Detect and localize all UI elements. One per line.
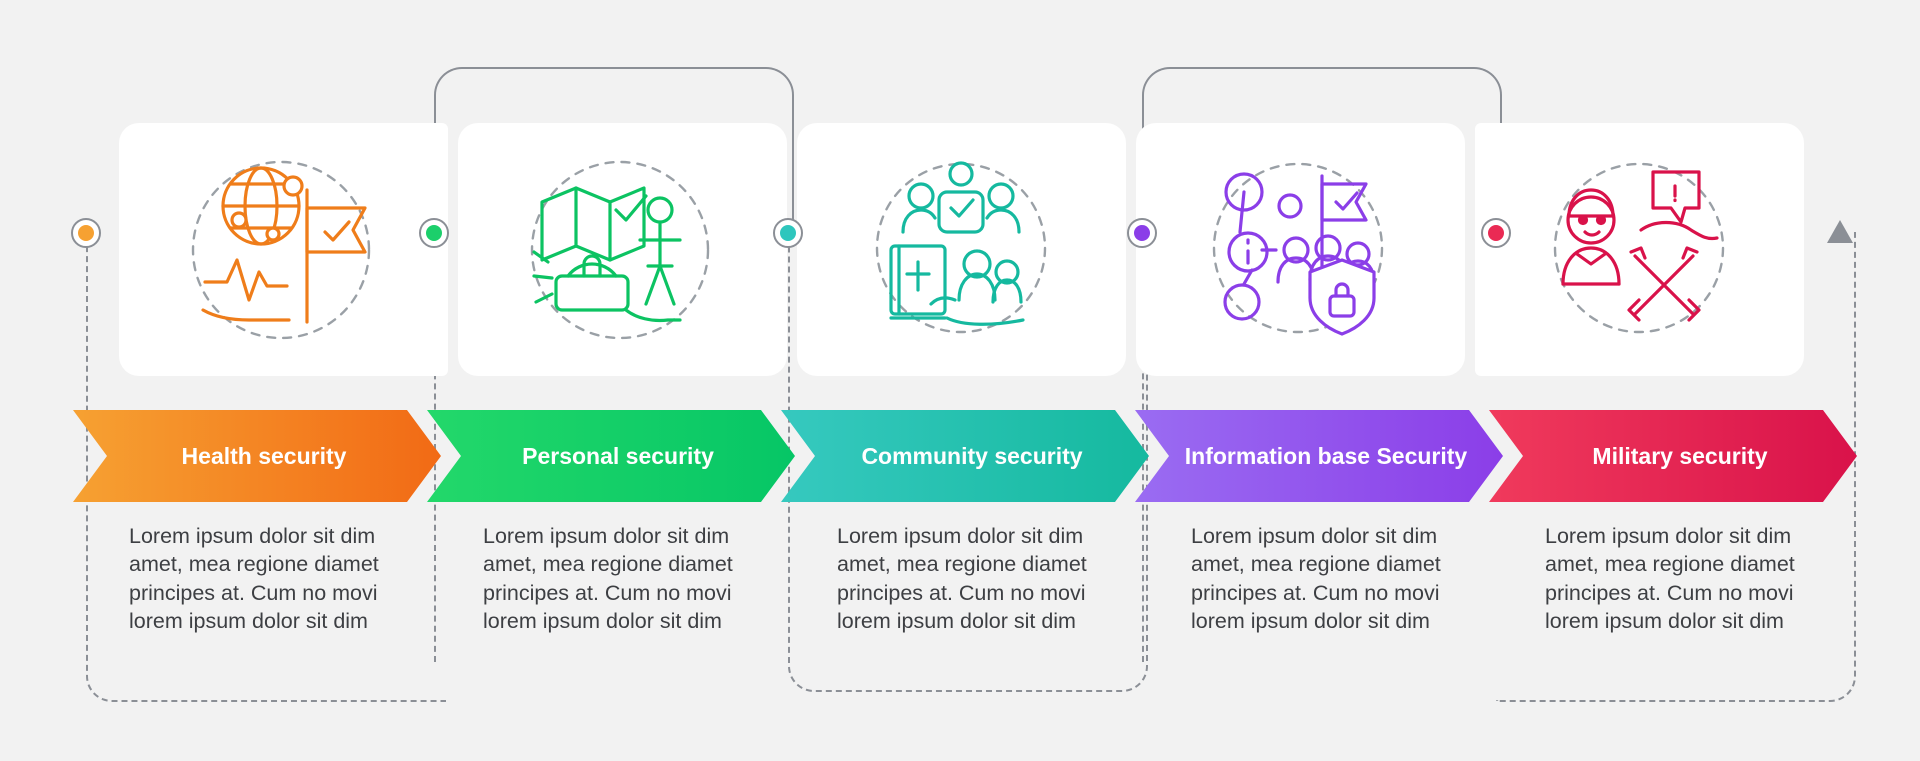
- step-label-military[interactable]: Military security: [1489, 410, 1857, 502]
- step-body-personal: Lorem ipsum dolor sit dim amet, mea regi…: [483, 524, 733, 634]
- timeline-end-arrow-icon: [1827, 220, 1853, 243]
- timeline-node-2[interactable]: [419, 218, 449, 248]
- icon-card-community: [797, 123, 1126, 376]
- timeline-node-5[interactable]: [1481, 218, 1511, 248]
- timeline-node-4[interactable]: [1127, 218, 1157, 248]
- information-network-shield-lock-icon: [1212, 162, 1383, 336]
- icon-card-information: [1136, 123, 1465, 376]
- community-book-people-icon: [875, 160, 1046, 333]
- icon-card-personal: [458, 123, 787, 376]
- infographic-canvas: Health security Personal security Commun…: [0, 0, 1920, 761]
- icon-card-military: [1475, 123, 1804, 376]
- step-label-health[interactable]: Health security: [73, 410, 441, 502]
- timeline-node-1[interactable]: [71, 218, 101, 248]
- icon-card-row: [119, 123, 1804, 376]
- step-body-community: Lorem ipsum dolor sit dim amet, mea regi…: [837, 524, 1087, 634]
- step-body-row: Lorem ipsum dolor sit dim amet, mea regi…: [73, 522, 1873, 662]
- step-label-row: Health security Personal security Commun…: [73, 410, 1863, 502]
- step-label-personal[interactable]: Personal security: [427, 410, 795, 502]
- step-label-community[interactable]: Community security: [781, 410, 1149, 502]
- step-body-military: Lorem ipsum dolor sit dim amet, mea regi…: [1545, 524, 1795, 634]
- soldier-swords-shield-icon: [1553, 162, 1724, 333]
- icon-card-health: [119, 123, 448, 376]
- globe-heartbeat-flag-icon: [191, 160, 370, 339]
- timeline-node-3[interactable]: [773, 218, 803, 248]
- map-person-siren-icon: [530, 160, 709, 339]
- step-body-health: Lorem ipsum dolor sit dim amet, mea regi…: [129, 524, 379, 634]
- step-label-information[interactable]: Information base Security: [1135, 410, 1503, 502]
- step-body-information: Lorem ipsum dolor sit dim amet, mea regi…: [1191, 524, 1441, 634]
